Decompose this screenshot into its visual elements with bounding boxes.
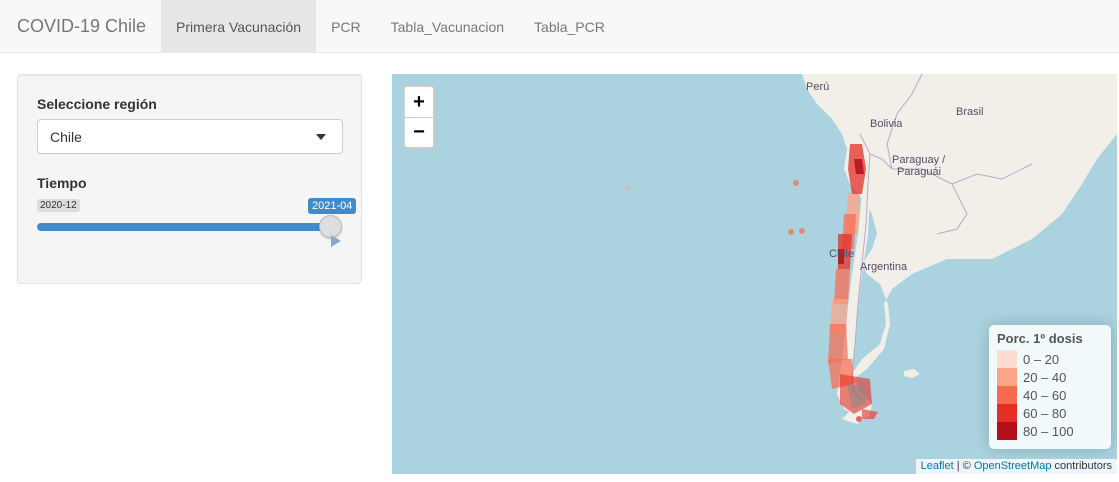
zoom-control: + − — [403, 85, 435, 149]
falkland-islands — [904, 369, 920, 378]
attribution-separator: | © — [953, 460, 974, 472]
legend-item: 20 – 40 — [997, 368, 1103, 386]
legend-item: 60 – 80 — [997, 404, 1103, 422]
legend-swatch — [997, 404, 1017, 422]
time-label: Tiempo — [37, 175, 87, 191]
label-paraguay-1: Paraguay / — [892, 154, 946, 166]
app-brand[interactable]: COVID-19 Chile — [0, 0, 161, 53]
label-bolivia: Bolivia — [870, 118, 903, 130]
region-select-value: Chile — [50, 128, 82, 145]
tab-pcr[interactable]: PCR — [316, 0, 376, 53]
legend-item-label: 60 – 80 — [1023, 405, 1067, 421]
slider-current-label: 2021-04 — [308, 198, 357, 214]
zoom-in-button[interactable]: + — [405, 87, 433, 117]
legend-swatch — [997, 422, 1017, 440]
map-container[interactable]: Perú Bolivia Brasil Paraguay / Paraguái … — [392, 74, 1117, 474]
island-marker — [788, 229, 794, 235]
play-icon[interactable] — [331, 235, 341, 247]
island-marker — [856, 416, 862, 422]
tab-primera-vacunacion[interactable]: Primera Vacunación — [161, 0, 317, 53]
chevron-down-icon — [316, 133, 326, 140]
legend-item: 80 – 100 — [997, 422, 1103, 440]
zoom-out-button[interactable]: − — [405, 117, 433, 147]
time-slider-track[interactable] — [37, 223, 331, 231]
juan-fernandez-marker — [793, 180, 799, 186]
legend-item: 40 – 60 — [997, 386, 1103, 404]
legend-swatch — [997, 350, 1017, 368]
label-peru: Perú — [806, 81, 829, 93]
slider-min-label: 2020-12 — [37, 199, 80, 212]
label-argentina: Argentina — [860, 261, 908, 273]
sidebar-panel: Seleccione región Chile Tiempo 2020-12 2… — [17, 74, 362, 284]
map-attribution: Leaflet | © OpenStreetMap contributors — [915, 459, 1117, 474]
legend-item: 0 – 20 — [997, 350, 1103, 368]
osm-link[interactable]: OpenStreetMap — [974, 460, 1052, 472]
legend-item-label: 0 – 20 — [1023, 351, 1060, 367]
island-marker — [799, 228, 805, 234]
legend-swatch — [997, 386, 1017, 404]
map-legend: Porc. 1º dosis 0 – 20 20 – 40 40 – 60 60… — [989, 325, 1111, 449]
easter-island-marker — [626, 185, 630, 189]
region-label: Seleccione región — [37, 96, 157, 112]
label-paraguay-2: Paraguái — [897, 166, 941, 178]
navbar: COVID-19 Chile Primera Vacunación PCR Ta… — [0, 0, 1119, 53]
legend-swatch — [997, 368, 1017, 386]
attribution-suffix: contributors — [1051, 460, 1112, 472]
time-slider-fill — [37, 223, 331, 231]
tab-tabla-vacunacion[interactable]: Tabla_Vacunacion — [376, 0, 519, 53]
legend-item-label: 20 – 40 — [1023, 369, 1067, 385]
tab-tabla-pcr[interactable]: Tabla_PCR — [519, 0, 620, 53]
label-brasil: Brasil — [956, 106, 984, 118]
legend-item-label: 80 – 100 — [1023, 423, 1074, 439]
legend-item-label: 40 – 60 — [1023, 387, 1067, 403]
leaflet-link[interactable]: Leaflet — [921, 460, 954, 472]
label-chile: Chile — [829, 248, 854, 260]
legend-title: Porc. 1º dosis — [997, 331, 1083, 346]
region-select[interactable]: Chile — [37, 119, 343, 154]
